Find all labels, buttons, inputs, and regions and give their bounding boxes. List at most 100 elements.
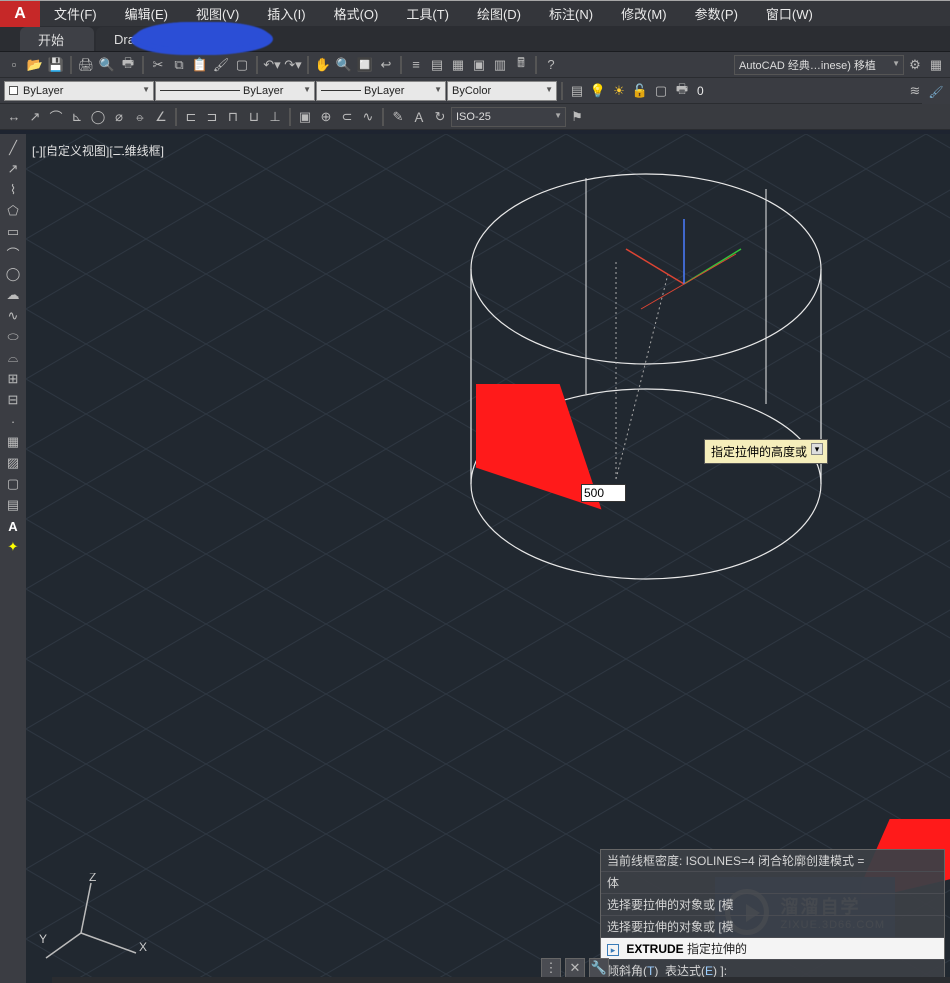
ellipse-tool-icon[interactable]: ⬭ (1, 327, 25, 347)
spline-tool-icon[interactable]: ∿ (1, 306, 25, 326)
dim-arc-icon[interactable]: ⌒ (46, 107, 66, 127)
mtext-tool-icon[interactable]: A (1, 516, 25, 536)
cmd-arrow-icon[interactable]: ▸ (607, 944, 619, 956)
menu-insert[interactable]: 插入(I) (253, 0, 319, 27)
tab-start[interactable]: 开始 (20, 27, 94, 51)
layer-lock-icon[interactable]: 🔓 (630, 81, 650, 101)
brush-icon[interactable]: 🖌 (928, 85, 943, 99)
undo-icon[interactable]: ↶▾ (262, 55, 282, 75)
cut-icon[interactable]: ✂ (148, 55, 168, 75)
make-block-icon[interactable]: ⊟ (1, 390, 25, 410)
print-icon[interactable]: 🖨 (76, 55, 96, 75)
dim-break-icon[interactable]: ⊥ (265, 107, 285, 127)
menu-tools[interactable]: 工具(T) (392, 0, 463, 27)
menu-window[interactable]: 窗口(W) (752, 0, 827, 27)
tool-palette-icon[interactable]: ▦ (448, 55, 468, 75)
opt-e[interactable]: E (705, 964, 713, 978)
circle-tool-icon[interactable]: ◯ (1, 264, 25, 284)
sheetset-icon[interactable]: ▤ (427, 55, 447, 75)
pan-icon[interactable]: ✋ (313, 55, 333, 75)
inspect-icon[interactable]: ⊂ (337, 107, 357, 127)
insert-block-icon[interactable]: ⊞ (1, 369, 25, 389)
layer-on-icon[interactable]: 💡 (588, 81, 608, 101)
layer-freeze-icon[interactable]: ☀ (609, 81, 629, 101)
cmd-grip-icon[interactable]: ⋮ (541, 958, 561, 978)
dim-continue-icon[interactable]: ⊓ (223, 107, 243, 127)
cmd-close-icon[interactable]: ✕ (565, 958, 585, 978)
dim-ordinate-icon[interactable]: ⊾ (67, 107, 87, 127)
add-selected-icon[interactable]: ✦ (1, 537, 25, 557)
layer-plot-icon[interactable]: 🖶 (672, 81, 692, 101)
dim-jogged-icon[interactable]: ⦵ (130, 107, 150, 127)
dim-edit-icon[interactable]: ✎ (388, 107, 408, 127)
dim-quick-icon[interactable]: ⊏ (181, 107, 201, 127)
line-tool-icon[interactable]: ╱ (1, 138, 25, 158)
gradient-tool-icon[interactable]: ▨ (1, 453, 25, 473)
table-tool-icon[interactable]: ▤ (1, 495, 25, 515)
polyline-tool-icon[interactable]: ⌇ (1, 180, 25, 200)
lineweight-dropdown[interactable]: ByLayer (316, 81, 446, 101)
revcloud-tool-icon[interactable]: ☁ (1, 285, 25, 305)
properties-icon[interactable]: ≡ (406, 55, 426, 75)
menu-draw[interactable]: 绘图(D) (463, 0, 535, 27)
rectangle-tool-icon[interactable]: ▭ (1, 222, 25, 242)
zoom-prev-icon[interactable]: ↩ (376, 55, 396, 75)
copy-icon[interactable]: ⧉ (169, 55, 189, 75)
block-icon[interactable]: ▢ (232, 55, 252, 75)
hatch-tool-icon[interactable]: ▦ (1, 432, 25, 452)
help-icon[interactable]: ? (541, 55, 561, 75)
save-icon[interactable]: 💾 (46, 55, 66, 75)
center-mark-icon[interactable]: ⊕ (316, 107, 336, 127)
menu-param[interactable]: 参数(P) (681, 0, 752, 27)
arc-tool-icon[interactable]: ⌒ (1, 243, 25, 263)
dim-diameter-icon[interactable]: ⌀ (109, 107, 129, 127)
xline-tool-icon[interactable]: ↗ (1, 159, 25, 179)
preview-icon[interactable]: 🔍 (97, 55, 117, 75)
redo-icon[interactable]: ↷▾ (283, 55, 303, 75)
drawing-viewport[interactable]: [-][自定义视图][二维线框] (26, 134, 950, 983)
menu-file[interactable]: 文件(F) (40, 0, 111, 27)
linetype-dropdown[interactable]: ByLayer (155, 81, 315, 101)
gear-icon[interactable]: ⚙ (905, 55, 925, 75)
region-tool-icon[interactable]: ▢ (1, 474, 25, 494)
zoom-icon[interactable]: 🔍 (334, 55, 354, 75)
opt-t[interactable]: T (647, 964, 654, 978)
horizontal-scrollbar[interactable] (52, 977, 950, 983)
dim-linear-icon[interactable]: ↔ (4, 107, 24, 127)
publish-icon[interactable]: 🖶 (118, 55, 138, 75)
grid-toggle-icon[interactable]: ▦ (926, 55, 946, 75)
command-window[interactable]: ⋮ ✕ 🔧 当前线框密度: ISOLINES=4 闭合轮廓创建模式 = 体 选择… (600, 849, 945, 983)
dim-radius-icon[interactable]: ◯ (88, 107, 108, 127)
dim-tedit-icon[interactable]: Ａ (409, 107, 429, 127)
match-icon[interactable]: 🖌 (211, 55, 231, 75)
height-input[interactable] (581, 484, 626, 502)
layer-color-icon[interactable]: ▢ (651, 81, 671, 101)
dimstyle-manager-icon[interactable]: ⚑ (567, 107, 587, 127)
dim-baseline-icon[interactable]: ⊐ (202, 107, 222, 127)
calc-icon[interactable]: 🖩 (511, 55, 531, 75)
dim-angular-icon[interactable]: ∠ (151, 107, 171, 127)
layer-dropdown[interactable]: ByLayer (4, 81, 154, 101)
dim-aligned-icon[interactable]: ↗ (25, 107, 45, 127)
paste-icon[interactable]: 📋 (190, 55, 210, 75)
design-center-icon[interactable]: ▣ (469, 55, 489, 75)
point-tool-icon[interactable]: · (1, 411, 25, 431)
color-dropdown[interactable]: ByColor (447, 81, 557, 101)
dim-update-icon[interactable]: ↻ (430, 107, 450, 127)
dimstyle-dropdown[interactable]: ISO-25 (451, 107, 566, 127)
workspace-dropdown[interactable]: AutoCAD 经典…inese) 移植 (734, 55, 904, 75)
menu-dimension[interactable]: 标注(N) (535, 0, 607, 27)
menu-modify[interactable]: 修改(M) (607, 0, 681, 27)
cmd-options-icon[interactable]: 🔧 (589, 958, 609, 978)
layer-properties-icon[interactable]: ▤ (567, 81, 587, 101)
tolerance-icon[interactable]: ▣ (295, 107, 315, 127)
jog-line-icon[interactable]: ∿ (358, 107, 378, 127)
polygon-tool-icon[interactable]: ⬠ (1, 201, 25, 221)
ellipse-arc-tool-icon[interactable]: ⌓ (1, 348, 25, 368)
new-file-icon[interactable]: ▫ (4, 55, 24, 75)
menu-format[interactable]: 格式(O) (320, 0, 393, 27)
dim-space-icon[interactable]: ⊔ (244, 107, 264, 127)
zoom-window-icon[interactable]: 🔲 (355, 55, 375, 75)
markup-icon[interactable]: ▥ (490, 55, 510, 75)
open-file-icon[interactable]: 📂 (25, 55, 45, 75)
